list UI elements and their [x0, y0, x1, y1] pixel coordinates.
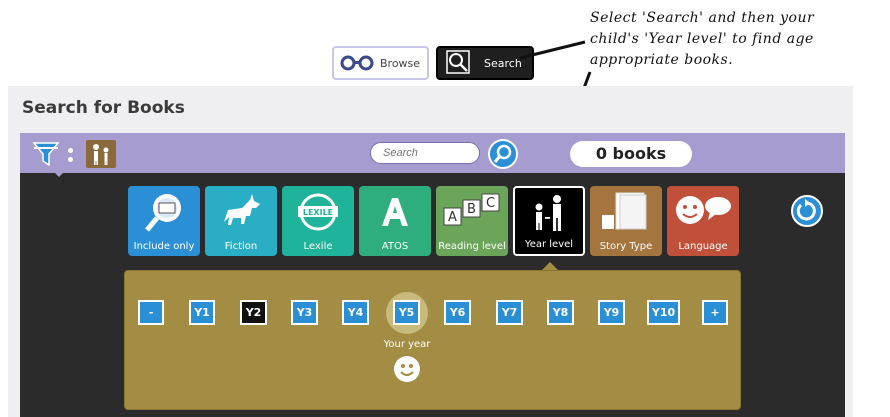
category-label: Story Type	[599, 241, 653, 252]
magnifier-book-icon	[128, 190, 200, 234]
category-reading-level[interactable]: A B C Reading level	[436, 186, 508, 256]
smiley-face-icon	[394, 356, 420, 382]
book-count: 0 books	[570, 141, 692, 167]
year-button-y3[interactable]: Y3	[291, 300, 318, 325]
svg-text:LEXILE: LEXILE	[303, 208, 333, 217]
year-button-y2[interactable]: Y2	[240, 300, 267, 325]
page-title: Search for Books	[22, 98, 185, 118]
your-year-label: Your year	[383, 339, 431, 350]
svg-text:B: B	[467, 202, 476, 217]
year-button-y10[interactable]: Y10	[647, 300, 680, 325]
letter-a-icon	[359, 190, 431, 234]
year-button-y5[interactable]: Y5	[393, 300, 420, 325]
category-include-only[interactable]: Include only	[128, 186, 200, 256]
abc-blocks-icon: A B C	[436, 190, 508, 234]
year-button-y7[interactable]: Y7	[496, 300, 523, 325]
category-fiction[interactable]: Fiction	[205, 186, 277, 256]
year-button-y8[interactable]: Y8	[547, 300, 574, 325]
unicorn-icon	[205, 190, 277, 234]
category-label: Fiction	[224, 241, 258, 252]
search-icon	[493, 144, 512, 163]
filter-pointer	[53, 171, 65, 177]
search-input[interactable]	[381, 146, 475, 160]
year-button-y4[interactable]: Y4	[342, 300, 369, 325]
category-label: Include only	[133, 241, 195, 252]
year-decrement-button[interactable]: -	[138, 300, 164, 325]
reset-filters-button[interactable]	[791, 195, 823, 227]
svg-text:A: A	[448, 210, 457, 225]
separator-dots	[68, 148, 74, 166]
category-language[interactable]: Language	[667, 186, 739, 256]
speech-bubbles-icon	[667, 190, 739, 234]
year-increment-button[interactable]: +	[702, 300, 728, 325]
category-atos[interactable]: ATOS	[359, 186, 431, 256]
year-button-y9[interactable]: Y9	[598, 300, 625, 325]
category-label: Year level	[524, 239, 574, 250]
svg-text:C: C	[486, 196, 495, 211]
category-label: Lexile	[303, 241, 333, 252]
search-submit-button[interactable]	[488, 139, 518, 169]
books-icon	[590, 190, 662, 234]
category-lexile[interactable]: LEXILE Lexile	[282, 186, 354, 256]
year-button-y6[interactable]: Y6	[444, 300, 471, 325]
category-year-level[interactable]: Year level	[513, 186, 585, 256]
category-story-type[interactable]: Story Type	[590, 186, 662, 256]
category-label: Reading level	[438, 241, 506, 252]
lexile-logo-icon: LEXILE	[282, 190, 354, 234]
refresh-icon	[796, 199, 816, 221]
family-filter-icon[interactable]	[86, 140, 116, 168]
year-button-y1[interactable]: Y1	[189, 300, 215, 325]
category-label: ATOS	[381, 241, 409, 252]
category-label: Language	[678, 241, 728, 252]
child-adult-icon	[515, 192, 583, 236]
search-field[interactable]	[370, 142, 480, 164]
filter-funnel-icon[interactable]	[32, 139, 60, 169]
